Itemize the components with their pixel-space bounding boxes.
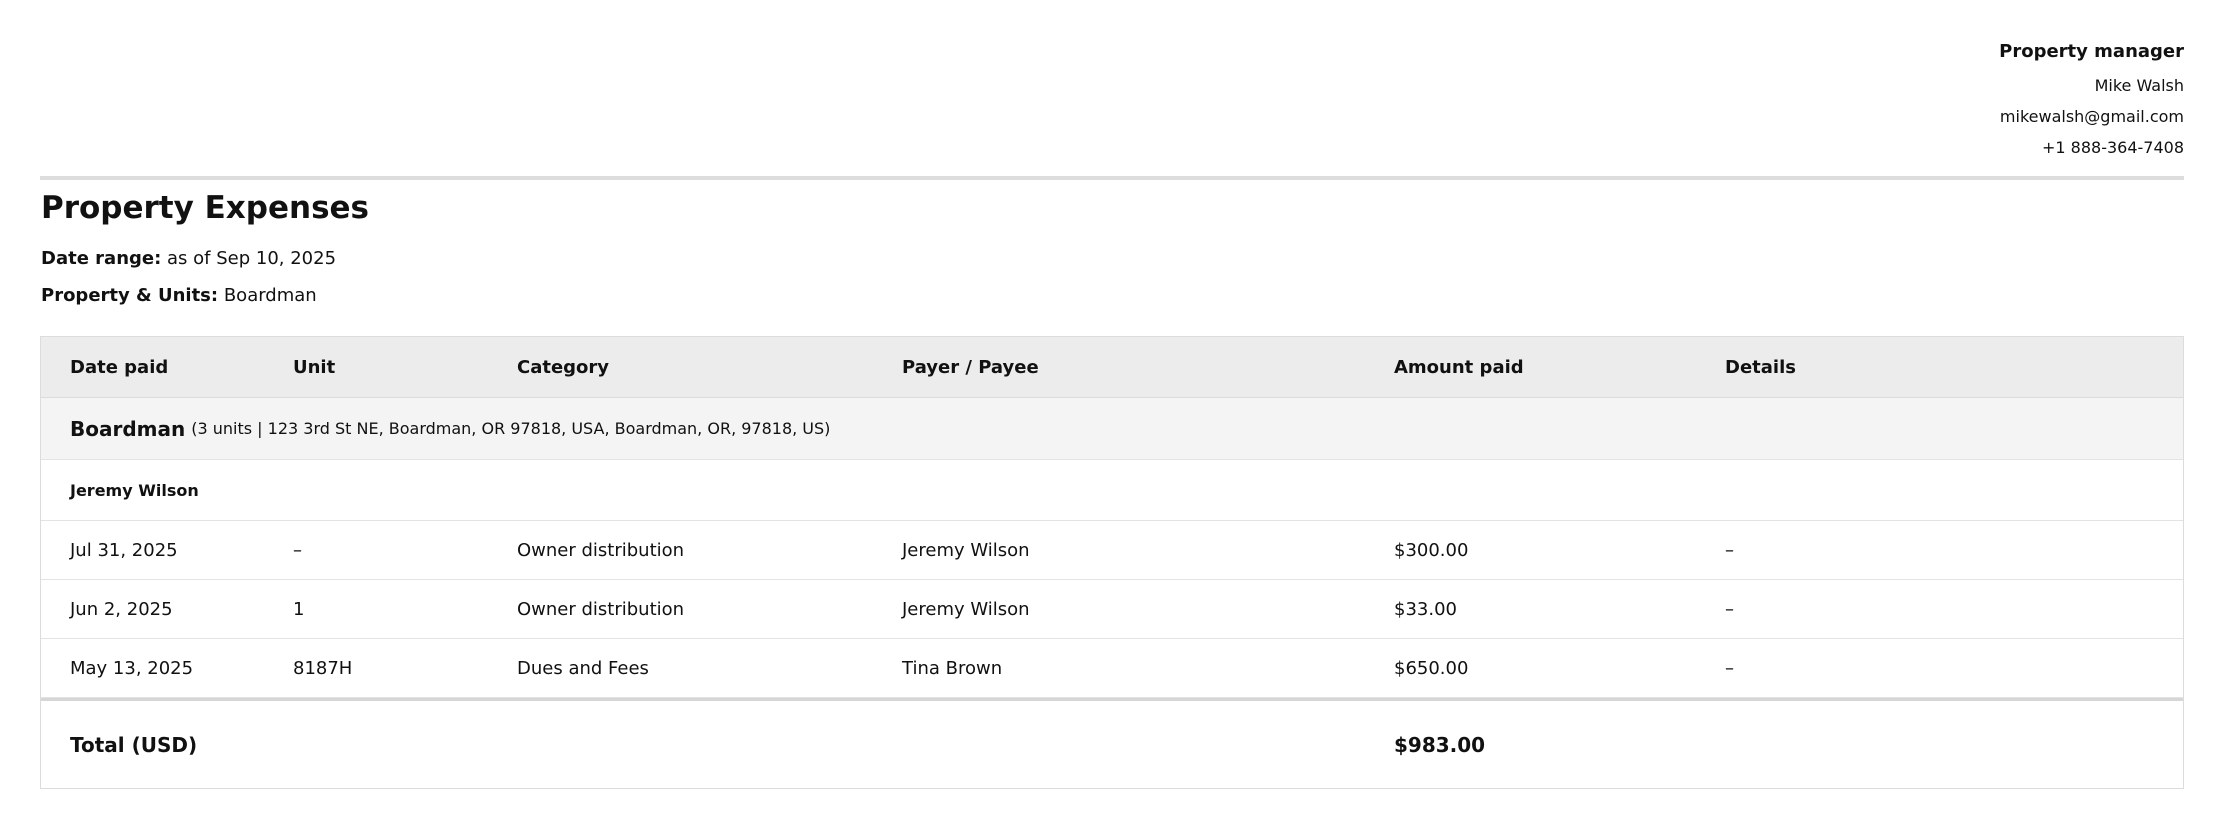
property-group-row: Boardman (3 units | 123 3rd St NE, Board… [41, 398, 2183, 460]
cell-date-paid: Jul 31, 2025 [70, 539, 178, 561]
manager-phone: +1 888-364-7408 [2041, 138, 2184, 157]
property-group-label: Boardman (3 units | 123 3rd St NE, Board… [70, 398, 830, 459]
cell-payer-payee: Jeremy Wilson [902, 598, 1030, 620]
owner-group-row: Jeremy Wilson [41, 460, 2183, 521]
header-divider [40, 176, 2184, 180]
manager-heading: Property manager [1999, 41, 2184, 62]
page-title: Property Expenses [41, 190, 370, 226]
cell-payer-payee: Tina Brown [902, 657, 1003, 679]
property-units-label: Property & Units: [41, 285, 219, 306]
cell-category: Dues and Fees [517, 657, 649, 679]
column-header-date-paid: Date paid [70, 356, 169, 378]
manager-name: Mike Walsh [2094, 76, 2184, 95]
cell-category: Owner distribution [517, 539, 685, 561]
manager-email: mikewalsh@gmail.com [1999, 107, 2184, 126]
cell-category: Owner distribution [517, 598, 685, 620]
column-header-payer-payee: Payer / Payee [902, 356, 1039, 378]
table-row: May 13, 2025 8187H Dues and Fees Tina Br… [41, 639, 2183, 698]
date-range-value: as of Sep 10, 2025 [167, 248, 337, 269]
total-row: Total (USD) $983.00 [41, 698, 2183, 788]
cell-details: – [1725, 598, 1734, 620]
property-group-name: Boardman [70, 416, 186, 441]
property-group-info: (3 units | 123 3rd St NE, Boardman, OR 9… [191, 419, 831, 438]
column-header-category: Category [517, 356, 610, 378]
table-header-row: Date paid Unit Category Payer / Payee Am… [41, 337, 2183, 398]
cell-payer-payee: Jeremy Wilson [902, 539, 1030, 561]
total-amount: $983.00 [1394, 732, 1486, 757]
owner-name: Jeremy Wilson [70, 480, 199, 500]
cell-unit: 1 [293, 598, 305, 620]
property-manager-block: Property manager Mike Walsh mikewalsh@gm… [1999, 36, 2184, 163]
date-range: Date range: as of Sep 10, 2025 [41, 248, 336, 269]
cell-date-paid: May 13, 2025 [70, 657, 194, 679]
column-header-unit: Unit [293, 356, 336, 378]
property-units: Property & Units: Boardman [41, 285, 317, 306]
cell-unit: – [293, 539, 302, 561]
expenses-table: Date paid Unit Category Payer / Payee Am… [40, 336, 2184, 789]
property-units-value: Boardman [223, 285, 317, 306]
cell-amount-paid: $33.00 [1394, 598, 1457, 620]
cell-unit: 8187H [293, 657, 353, 679]
cell-details: – [1725, 539, 1734, 561]
table-row: Jul 31, 2025 – Owner distribution Jeremy… [41, 521, 2183, 580]
date-range-label: Date range: [41, 248, 162, 269]
cell-amount-paid: $650.00 [1394, 657, 1469, 679]
column-header-amount-paid: Amount paid [1394, 356, 1524, 378]
total-label: Total (USD) [70, 732, 198, 757]
column-header-details: Details [1725, 356, 1796, 378]
cell-date-paid: Jun 2, 2025 [70, 598, 173, 620]
table-row: Jun 2, 2025 1 Owner distribution Jeremy … [41, 580, 2183, 639]
cell-details: – [1725, 657, 1734, 679]
cell-amount-paid: $300.00 [1394, 539, 1469, 561]
